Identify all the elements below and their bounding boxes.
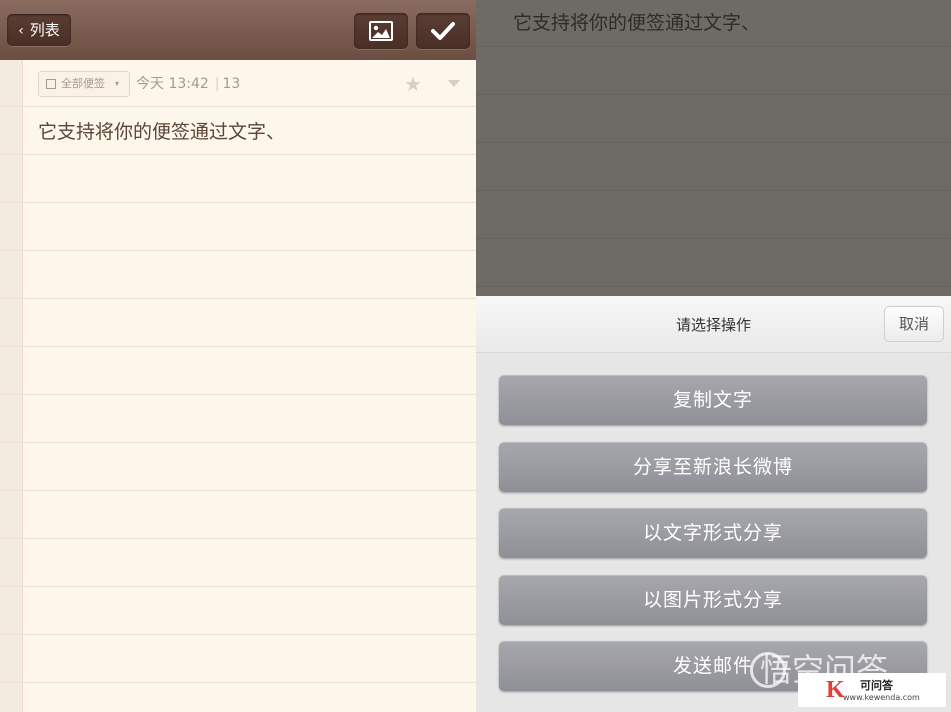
action-sheet-header: 请选择操作 取消 xyxy=(476,296,951,353)
caret-down-icon: ▾ xyxy=(115,79,120,88)
ruled-line xyxy=(0,538,476,539)
category-dropdown[interactable]: 全部便签 ▾ xyxy=(38,71,130,97)
char-count: 13 xyxy=(222,76,241,92)
star-icon[interactable]: ★ xyxy=(404,72,422,96)
chevron-left-icon: ‹ xyxy=(18,23,24,39)
ruled-line xyxy=(0,202,476,203)
ruled-line xyxy=(0,250,476,251)
image-icon xyxy=(369,21,393,41)
edit-icon xyxy=(46,79,56,89)
site-logo: K 可问答 www.kewenda.com xyxy=(798,673,946,707)
ruled-line xyxy=(0,394,476,395)
back-button-label: 列表 xyxy=(29,21,60,39)
note-body-text[interactable]: 它支持将你的便签通过文字、 xyxy=(38,117,285,144)
paper-margin xyxy=(0,60,23,712)
ruled-line xyxy=(0,586,476,587)
note-timestamp: 今天 13:42 | 13 xyxy=(136,71,240,97)
ruled-line xyxy=(0,682,476,683)
share-weibo-button[interactable]: 分享至新浪长微博 xyxy=(499,442,927,492)
timestamp-value: 今天 13:42 xyxy=(136,76,209,92)
category-label: 全部便签 xyxy=(61,77,105,90)
ruled-line xyxy=(0,634,476,635)
ruled-line xyxy=(0,106,476,107)
dimmed-note-text: 它支持将你的便签通过文字、 xyxy=(513,12,761,34)
share-as-text-button[interactable]: 以文字形式分享 xyxy=(499,508,927,558)
ruled-line xyxy=(476,46,951,47)
cancel-button[interactable]: 取消 xyxy=(884,306,944,342)
ruled-line xyxy=(0,490,476,491)
back-to-list-button[interactable]: ‹ 列表 xyxy=(7,14,71,46)
ruled-line xyxy=(476,190,951,191)
action-sheet-title: 请选择操作 xyxy=(675,316,751,334)
ruled-line xyxy=(476,238,951,239)
ruled-line xyxy=(0,346,476,347)
ruled-line xyxy=(476,94,951,95)
copy-text-button[interactable]: 复制文字 xyxy=(499,375,927,425)
ruled-line xyxy=(0,442,476,443)
insert-image-button[interactable] xyxy=(354,13,408,49)
logo-name: 可问答 xyxy=(860,679,893,692)
note-editor-panel: ‹ 列表 全部便签 ▾ 今天 13:42 | 13 ★ 它支持将你的便签通过文字、 xyxy=(0,0,476,712)
meta-divider: | xyxy=(214,76,220,92)
ruled-line xyxy=(476,142,951,143)
logo-url: www.kewenda.com xyxy=(843,693,920,702)
ruled-line xyxy=(476,286,951,287)
ruled-line xyxy=(0,298,476,299)
share-as-image-button[interactable]: 以图片形式分享 xyxy=(499,575,927,625)
done-button[interactable] xyxy=(416,13,470,49)
logo-letter: K xyxy=(826,677,845,703)
top-toolbar: ‹ 列表 xyxy=(0,0,476,60)
share-panel: 它支持将你的便签通过文字、 请选择操作 取消 复制文字 分享至新浪长微博 以文字… xyxy=(476,0,951,712)
ruled-line xyxy=(0,154,476,155)
caret-down-icon[interactable] xyxy=(448,80,460,87)
checkmark-icon xyxy=(431,22,455,40)
